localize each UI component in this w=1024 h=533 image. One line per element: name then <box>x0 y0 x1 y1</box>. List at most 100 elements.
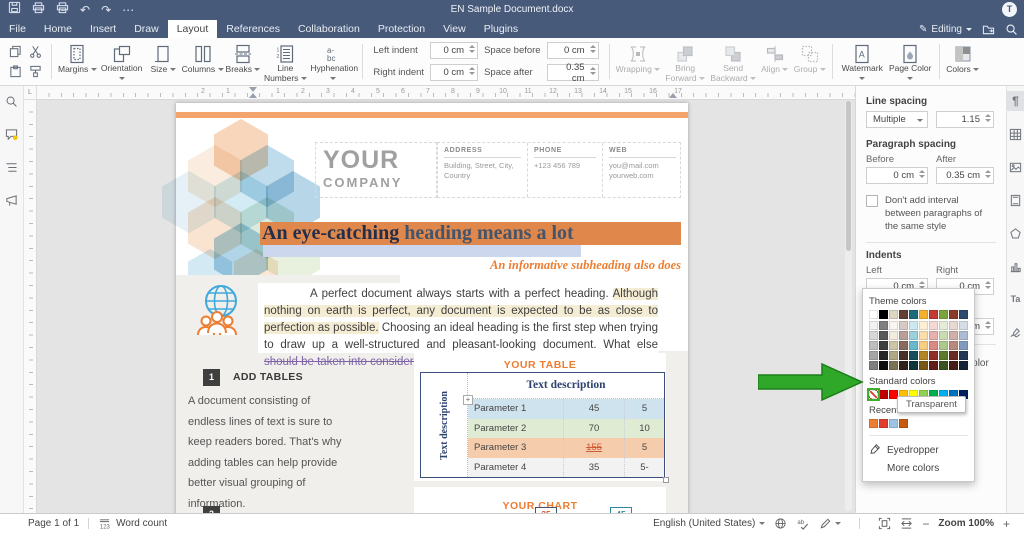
ribbon-button-columns[interactable]: Columns <box>182 40 224 83</box>
tint-color-swatch[interactable] <box>939 351 948 360</box>
tab-protection[interactable]: Protection <box>369 20 434 38</box>
tab-collaboration[interactable]: Collaboration <box>289 20 369 38</box>
spacing-before-input[interactable]: 0 cm <box>866 167 928 184</box>
recent-color-swatch[interactable] <box>869 419 878 428</box>
tint-color-swatch[interactable] <box>889 341 898 350</box>
theme-color-swatch[interactable] <box>889 310 898 319</box>
tint-color-swatch[interactable] <box>939 341 948 350</box>
tint-color-swatch[interactable] <box>899 361 908 370</box>
left-indent-input[interactable]: 0 cm <box>430 42 479 59</box>
spacing-after-input[interactable]: 0.35 cm <box>936 167 994 184</box>
user-avatar[interactable]: T <box>1002 2 1017 17</box>
tint-color-swatch[interactable] <box>939 361 948 370</box>
tint-color-swatch[interactable] <box>939 331 948 340</box>
tint-color-swatch[interactable] <box>929 351 938 360</box>
tint-color-swatch[interactable] <box>879 321 888 330</box>
tint-color-swatch[interactable] <box>909 341 918 350</box>
right-indent-input[interactable]: 0 cm <box>430 64 479 81</box>
signature-settings-icon[interactable] <box>1007 322 1024 342</box>
document-page[interactable]: YOUR COMPANY ADDRESS Building, Street, C… <box>162 103 688 513</box>
tab-layout[interactable]: Layout <box>167 20 218 38</box>
eyedropper-button[interactable]: Eyedropper <box>869 441 968 460</box>
tab-selector[interactable]: L <box>24 86 37 100</box>
tint-color-swatch[interactable] <box>879 331 888 340</box>
space-after-input[interactable]: 0.35 cm <box>546 62 599 84</box>
tint-color-swatch[interactable] <box>869 331 878 340</box>
set-language-icon[interactable] <box>774 517 787 530</box>
tab-draw[interactable]: Draw <box>125 20 168 38</box>
tint-color-swatch[interactable] <box>949 331 958 340</box>
table-row[interactable]: Parameter 3 155 5 <box>468 438 664 458</box>
recent-color-swatch[interactable] <box>879 419 888 428</box>
spellcheck-icon[interactable]: ab <box>796 517 810 530</box>
page-indicator[interactable]: Page 1 of 1 <box>28 518 79 529</box>
horizontal-ruler[interactable]: 2 1 1 2 3 4 5 6 7 8 9 10 11 12 13 14 15 16 17 <box>37 86 855 100</box>
theme-color-swatch[interactable] <box>919 310 928 319</box>
tint-color-swatch[interactable] <box>939 321 948 330</box>
data-table[interactable]: Text description Text description Parame… <box>420 372 665 478</box>
ribbon-button-colors[interactable]: Colors <box>946 40 980 83</box>
tint-color-swatch[interactable] <box>899 351 908 360</box>
tint-color-swatch[interactable] <box>929 361 938 370</box>
tint-color-swatch[interactable] <box>949 321 958 330</box>
vertical-ruler[interactable] <box>24 100 37 513</box>
language-button[interactable]: English (United States) <box>653 518 766 529</box>
tint-color-swatch[interactable] <box>959 341 968 350</box>
shape-settings-icon[interactable] <box>1007 223 1024 243</box>
navigation-icon[interactable] <box>5 161 18 179</box>
format-painter-icon[interactable] <box>27 64 43 80</box>
tint-color-swatch[interactable] <box>899 321 908 330</box>
editing-mode-button[interactable]: ✎ Editing <box>919 24 972 35</box>
tint-color-swatch[interactable] <box>949 361 958 370</box>
open-file-location-icon[interactable] <box>982 23 995 36</box>
tint-color-swatch[interactable] <box>909 321 918 330</box>
theme-color-swatch[interactable] <box>879 310 888 319</box>
recent-color-swatch[interactable] <box>899 419 908 428</box>
tint-color-swatch[interactable] <box>889 331 898 340</box>
zoom-out-button[interactable]: − <box>922 517 929 531</box>
theme-color-swatch[interactable] <box>959 310 968 319</box>
transparent-color-swatch[interactable] <box>869 390 878 399</box>
tint-color-swatch[interactable] <box>889 361 898 370</box>
tab-file[interactable]: File <box>0 20 35 38</box>
theme-color-swatch[interactable] <box>899 310 908 319</box>
tint-color-swatch[interactable] <box>889 351 898 360</box>
fit-width-icon[interactable] <box>900 517 913 530</box>
ribbon-button-breaks[interactable]: Breaks <box>226 40 261 83</box>
tint-color-swatch[interactable] <box>869 341 878 350</box>
tab-references[interactable]: References <box>217 20 289 38</box>
tint-color-swatch[interactable] <box>869 361 878 370</box>
search-icon[interactable] <box>5 95 18 113</box>
copy-icon[interactable] <box>7 44 23 60</box>
table-move-handle[interactable]: + <box>463 395 473 405</box>
section1-body[interactable]: A document consisting of endless lines o… <box>188 391 350 513</box>
search-icon[interactable] <box>1005 23 1018 36</box>
cut-icon[interactable] <box>27 44 43 60</box>
line-spacing-value-input[interactable]: 1.15 <box>936 111 994 128</box>
space-before-input[interactable]: 0 cm <box>546 42 599 59</box>
paragraph-settings-icon[interactable]: ¶ <box>1006 91 1024 111</box>
tint-color-swatch[interactable] <box>909 351 918 360</box>
tint-color-swatch[interactable] <box>919 351 928 360</box>
comments-icon[interactable] <box>5 128 18 146</box>
tint-color-swatch[interactable] <box>879 361 888 370</box>
ribbon-button-page-color[interactable]: Page Color <box>887 40 933 83</box>
ribbon-button-watermark[interactable]: A Watermark <box>839 40 885 83</box>
image-settings-icon[interactable] <box>1007 157 1024 177</box>
tint-color-swatch[interactable] <box>959 321 968 330</box>
ribbon-button-line-numbers[interactable]: 1 2 Line Numbers <box>262 40 308 83</box>
theme-color-swatch[interactable] <box>949 310 958 319</box>
document-scrollbar[interactable] <box>845 101 852 511</box>
recent-color-swatch[interactable] <box>889 419 898 428</box>
table-resize-handle[interactable] <box>663 477 669 483</box>
standard-color-swatch[interactable] <box>879 390 888 399</box>
tint-color-swatch[interactable] <box>949 351 958 360</box>
track-changes-icon[interactable] <box>819 517 842 530</box>
theme-color-swatch[interactable] <box>939 310 948 319</box>
tab-insert[interactable]: Insert <box>81 20 125 38</box>
tab-plugins[interactable]: Plugins <box>475 20 527 38</box>
theme-color-swatch[interactable] <box>929 310 938 319</box>
tint-color-swatch[interactable] <box>919 321 928 330</box>
ribbon-button-hyphenation[interactable]: a-bc Hyphenation <box>310 40 358 83</box>
ribbon-button-size[interactable]: Size <box>147 40 180 83</box>
